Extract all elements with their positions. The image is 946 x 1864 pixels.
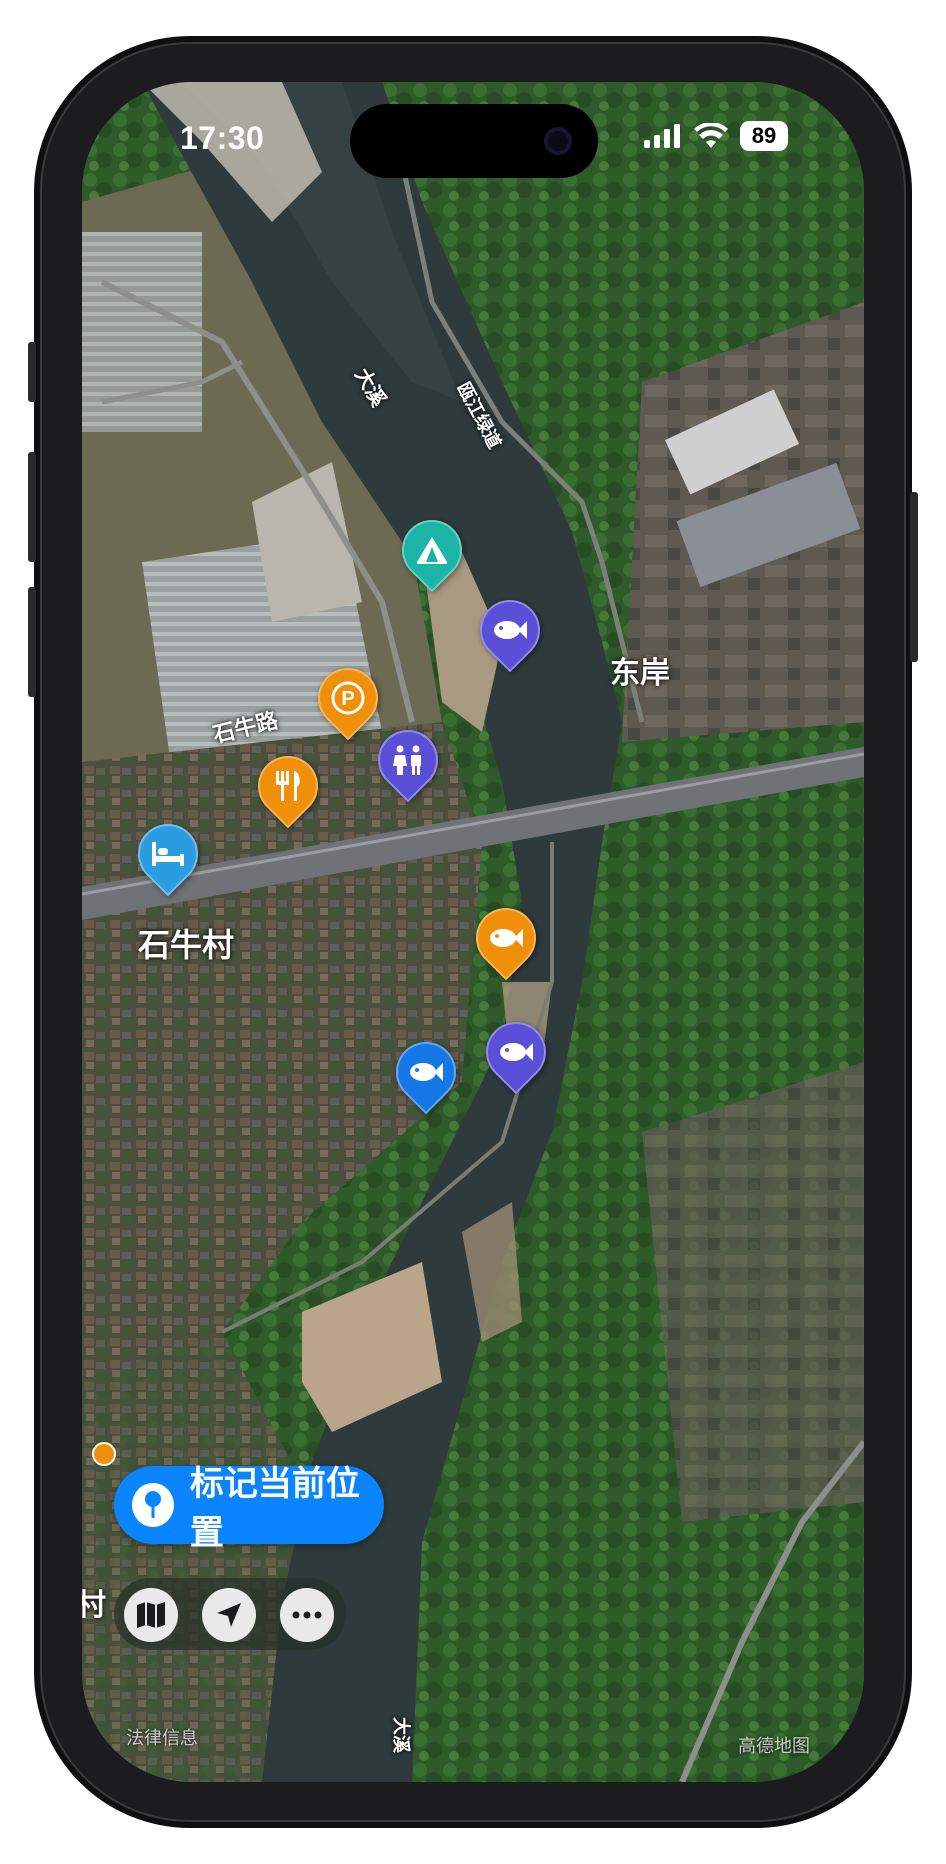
- tent-icon: [417, 537, 447, 564]
- restroom-icon: [393, 745, 421, 775]
- action-button: [28, 342, 36, 402]
- parking-icon: P: [331, 681, 365, 715]
- dynamic-island: [350, 104, 598, 178]
- screen: 17:30 89 大溪 瓯江绿道 石牛路 东岸 石牛村 村 大溪 P 标记当前位…: [82, 82, 864, 1782]
- wifi-icon: [694, 123, 728, 148]
- svg-text:P: P: [341, 688, 354, 710]
- status-indicators: 89: [644, 118, 788, 154]
- map-toolbar: [114, 1578, 346, 1650]
- fish-icon: [490, 929, 523, 947]
- bed-icon: [152, 842, 184, 866]
- fish-icon: [410, 1063, 443, 1081]
- east-bank-label: 东岸: [610, 657, 670, 690]
- front-camera: [544, 127, 572, 155]
- more-icon: [292, 1611, 322, 1619]
- river-label-bottom: 大溪: [391, 1717, 411, 1753]
- volume-up-button: [28, 452, 36, 562]
- mark-current-location-button[interactable]: 标记当前位置: [114, 1465, 384, 1552]
- pin-icon: [132, 1483, 174, 1527]
- mark-current-location-label: 标记当前位置: [189, 1465, 360, 1552]
- legal-info-link[interactable]: 法律信息: [126, 1724, 198, 1750]
- edge-village-label: 村: [82, 1589, 106, 1622]
- cellular-signal-icon: [644, 124, 680, 148]
- location-arrow-icon: [217, 1603, 241, 1627]
- map-attribution: 高德地图: [738, 1736, 810, 1756]
- shop-marker-icon[interactable]: [92, 1442, 116, 1466]
- map-type-button[interactable]: [124, 1588, 178, 1642]
- village-label: 石牛村: [138, 927, 235, 963]
- fish-icon: [500, 1043, 533, 1061]
- status-time: 17:30: [180, 120, 265, 156]
- fork-knife-icon: [276, 771, 300, 801]
- locate-button[interactable]: [202, 1588, 256, 1642]
- volume-down-button: [28, 587, 36, 697]
- battery-indicator: 89: [740, 121, 788, 151]
- fish-icon: [494, 621, 527, 639]
- map-icon: [137, 1602, 165, 1628]
- more-button[interactable]: [280, 1588, 334, 1642]
- power-button: [910, 492, 918, 662]
